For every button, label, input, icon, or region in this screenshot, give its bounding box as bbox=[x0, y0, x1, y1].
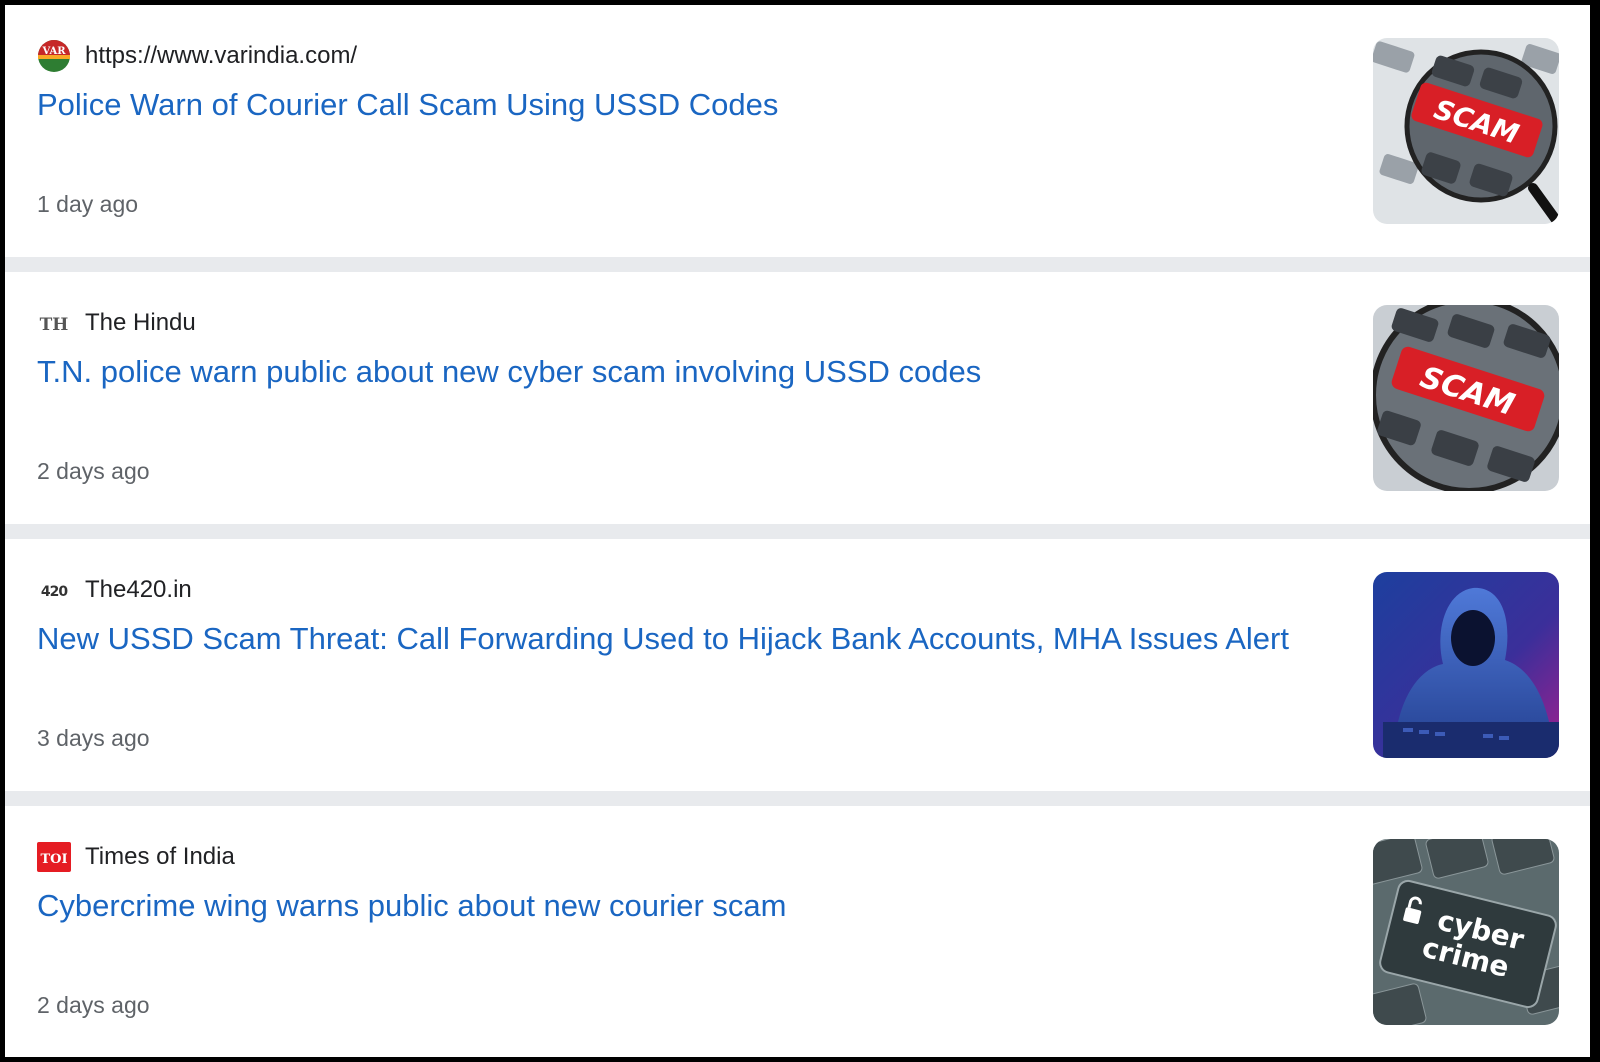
news-result-card[interactable]: TH The Hindu T.N. police warn public abo… bbox=[5, 272, 1590, 524]
published-age: 3 days ago bbox=[37, 725, 150, 751]
source-row: 420 The420.in bbox=[37, 573, 192, 607]
hooded-hacker-image[interactable] bbox=[1373, 572, 1559, 758]
source-name[interactable]: The Hindu bbox=[85, 309, 196, 337]
cyber-crime-keyboard-image[interactable]: cyber crime bbox=[1373, 839, 1559, 1025]
headline-link[interactable]: Police Warn of Courier Call Scam Using U… bbox=[37, 85, 1307, 125]
times-of-india-logo-icon: TOI bbox=[37, 840, 71, 874]
published-age: 1 day ago bbox=[37, 191, 139, 217]
news-result-card[interactable]: TOI Times of India Cybercrime wing warns… bbox=[5, 806, 1590, 1057]
the-hindu-logo-icon: TH bbox=[37, 306, 71, 340]
source-row: TH The Hindu bbox=[37, 306, 196, 340]
headline-link[interactable]: New USSD Scam Threat: Call Forwarding Us… bbox=[37, 619, 1307, 659]
scam-key-magnifier-image[interactable]: SCAM bbox=[1373, 305, 1559, 491]
favicon-text: 420 bbox=[41, 584, 68, 600]
favicon-text: VAR bbox=[41, 46, 66, 57]
source-name[interactable]: The420.in bbox=[85, 576, 192, 604]
source-row: VAR https://www.varindia.com/ bbox=[37, 39, 357, 73]
headline-link[interactable]: Cybercrime wing warns public about new c… bbox=[37, 886, 1307, 926]
favicon-text: TOI bbox=[40, 852, 67, 867]
source-name[interactable]: https://www.varindia.com/ bbox=[85, 42, 357, 70]
published-age: 2 days ago bbox=[37, 458, 150, 484]
source-name[interactable]: Times of India bbox=[85, 843, 235, 871]
published-age: 2 days ago bbox=[37, 992, 150, 1018]
news-result-card[interactable]: VAR https://www.varindia.com/ Police War… bbox=[5, 5, 1590, 257]
scam-key-magnifier-image[interactable]: SCAM bbox=[1373, 38, 1559, 224]
favicon-text: TH bbox=[40, 315, 69, 335]
varindia-logo-icon: VAR bbox=[37, 39, 71, 73]
the420-logo-icon: 420 bbox=[37, 573, 71, 607]
news-result-card[interactable]: 420 The420.in New USSD Scam Threat: Call… bbox=[5, 539, 1590, 791]
news-results-list: VAR https://www.varindia.com/ Police War… bbox=[5, 5, 1590, 1057]
source-row: TOI Times of India bbox=[37, 840, 235, 874]
headline-link[interactable]: T.N. police warn public about new cyber … bbox=[37, 352, 1307, 392]
